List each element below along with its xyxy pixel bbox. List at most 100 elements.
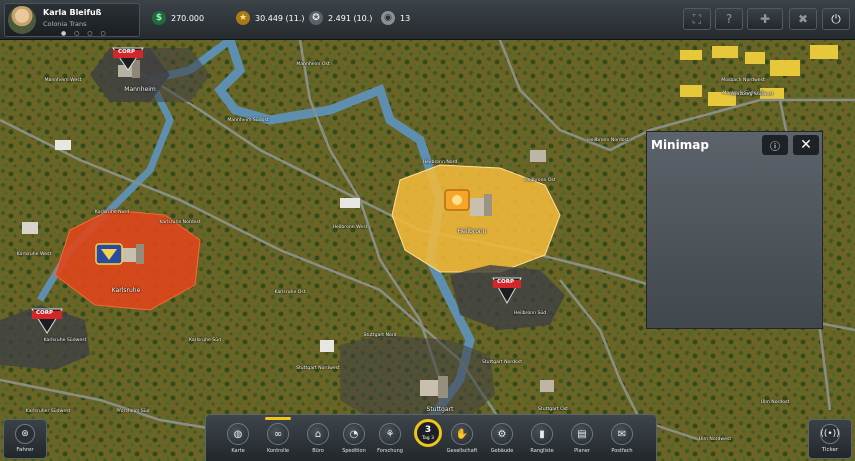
minimap-panel[interactable]: Minimap ⓘ ✕ — [646, 131, 823, 329]
profile-page-dots[interactable]: ● ○ ○ ○ — [61, 30, 109, 37]
nav-speedometer-button[interactable]: ◔ Spedition — [336, 423, 372, 459]
city-label[interactable]: Karlsruhe Nord — [95, 210, 129, 215]
player-logo-karlsruhe — [95, 243, 123, 265]
steering-wheel-icon: ⊛ — [15, 424, 35, 444]
broadcast-icon: ((•)) — [820, 424, 840, 444]
ticker-button[interactable]: ((•)) Ticker — [808, 419, 852, 459]
nav-handshake-button[interactable]: ✋ Gesellschaft — [444, 423, 480, 459]
star-icon: ★ — [236, 11, 250, 25]
city-label[interactable]: Mannheim Ost — [296, 62, 329, 67]
nav-label: Karte — [231, 448, 245, 454]
nav-label: Spedition — [342, 448, 366, 454]
city-label[interactable]: Stuttgart Nord — [363, 333, 396, 338]
research-icon: ⚘ — [379, 423, 401, 445]
city-label[interactable]: Pforzheim Süd — [116, 409, 149, 414]
minimap-close-button[interactable]: ✕ — [793, 135, 819, 155]
city-label[interactable]: Mannheim West — [45, 78, 82, 83]
avatar[interactable] — [8, 6, 36, 34]
city-label[interactable]: Karlsruhe Nordost — [159, 220, 200, 225]
nav-label: Kontrolle — [266, 448, 290, 454]
city-label[interactable]: Heilbronn Nord — [423, 160, 458, 165]
drivers-label: Fahrer — [16, 447, 34, 453]
nav-mail-button[interactable]: ✉ Postfach — [604, 423, 640, 459]
fullscreen-button[interactable]: ⛶ — [683, 8, 711, 30]
city-label[interactable]: Stuttgart — [427, 406, 454, 413]
reputation-stat: ◉ 13 — [381, 9, 410, 27]
office-icon: ⌂ — [307, 423, 329, 445]
city-label[interactable]: Karlsruhe Süd — [189, 338, 221, 343]
nav-building-button[interactable]: ⚙ Gebäude — [484, 423, 520, 459]
city-label[interactable]: Heilbronn West — [333, 225, 368, 230]
reputation-icon: ◉ — [381, 11, 395, 25]
info-icon: ⓘ — [770, 141, 780, 153]
nav-label: Postfach — [611, 448, 633, 454]
nav-globe-button[interactable]: ◍ Karte — [220, 423, 256, 459]
control-icon: ∞ — [267, 423, 289, 445]
city-label[interactable]: Würzburg Südwest — [730, 92, 773, 97]
rank-value: 2.491 (10.) — [328, 13, 373, 23]
city-label[interactable]: Mosbach Nordwest — [721, 78, 765, 83]
prestige-value: 30.449 (11.) — [255, 13, 305, 23]
money-value: 270.000 — [171, 13, 205, 23]
company-name: Colonia Trans — [43, 20, 87, 28]
day-number: 3 — [424, 425, 432, 435]
city-label[interactable]: Karlsruhe Südwest — [44, 338, 87, 343]
nav-research-button[interactable]: ⚘ Forschung — [372, 423, 408, 459]
region-stuttgart — [340, 335, 495, 425]
tools-button[interactable]: ✖ — [789, 8, 817, 30]
city-label[interactable]: Heilbronn Ost — [524, 178, 555, 183]
help-button[interactable]: ? — [715, 8, 743, 30]
help-icon: ? — [725, 12, 733, 26]
power-icon: ⏻ — [831, 11, 841, 26]
money-icon: $ — [152, 11, 166, 25]
city-label[interactable]: Karlsruhe Ost — [274, 290, 305, 295]
nav-label: Gebäude — [490, 448, 514, 454]
city-label[interactable]: Karlsruhe — [112, 287, 141, 294]
city-label[interactable]: Mannheim Südost — [227, 118, 268, 123]
city-label[interactable]: Ulm Nordwest — [699, 437, 731, 442]
fullscreen-icon: ⛶ — [692, 11, 702, 26]
city-label[interactable]: Ulm Nordost — [761, 400, 790, 405]
mail-icon: ✉ — [611, 423, 633, 445]
city-label[interactable]: Stuttgart Ost — [538, 407, 568, 412]
nav-label: Forschung — [377, 448, 403, 454]
corp-label-heilbronn-sued[interactable]: CORP — [497, 279, 514, 285]
planner-icon: ▤ — [571, 423, 593, 445]
day-label: Tag 3 — [422, 436, 434, 441]
nav-label: Gesellschaft — [446, 448, 478, 454]
power-button[interactable]: ⏻ — [822, 8, 850, 30]
ticker-label: Ticker — [821, 447, 839, 453]
city-label[interactable]: Stuttgart Nordwest — [296, 366, 340, 371]
city-label[interactable]: Stuttgart Nordost — [482, 360, 522, 365]
player-logo-heilbronn — [444, 189, 470, 211]
corp-label-suedwest[interactable]: CORP — [36, 310, 53, 316]
nav-label: Büro — [312, 448, 324, 454]
tools-icon: ✖ — [797, 12, 809, 26]
city-label[interactable]: Heilbronn Süd — [514, 311, 546, 316]
player-profile[interactable]: Karla Bleifuß Colonia Trans ● ○ ○ ○ — [4, 3, 140, 37]
nav-planner-button[interactable]: ▤ Planer — [564, 423, 600, 459]
nav-control-button[interactable]: ∞ Kontrolle — [260, 417, 296, 459]
corp-label-mannheim[interactable]: CORP — [118, 49, 135, 55]
building-icon: ⚙ — [491, 423, 513, 445]
speedometer-icon: ◔ — [343, 423, 365, 445]
nav-ranking-button[interactable]: ▮ Rangliste — [524, 423, 560, 459]
handshake-icon: ✋ — [451, 423, 473, 445]
city-label[interactable]: Heilbronn — [458, 228, 487, 235]
minimap-info-button[interactable]: ⓘ — [762, 135, 788, 155]
close-icon: ✕ — [800, 137, 812, 153]
nav-label: Rangliste — [530, 448, 554, 454]
top-bar: Karla Bleifuß Colonia Trans ● ○ ○ ○ $ 27… — [0, 0, 855, 40]
truck-add-button[interactable]: ✚ — [747, 8, 783, 30]
ranking-icon: ▮ — [531, 423, 553, 445]
prestige-stat: ★ 30.449 (11.) — [236, 9, 305, 27]
minimap-title: Minimap — [651, 138, 709, 152]
city-label[interactable]: Mannheim — [124, 86, 155, 93]
city-label[interactable]: Karlsruhe West — [17, 252, 52, 257]
day-indicator: 3 Tag 3 — [413, 419, 443, 457]
city-label[interactable]: Heilbronn Nordost — [587, 138, 629, 143]
city-label[interactable]: Karlsruher Südwest — [26, 409, 71, 414]
drivers-button[interactable]: ⊛ Fahrer — [3, 419, 47, 459]
player-name: Karla Bleifuß — [43, 8, 102, 17]
nav-office-button[interactable]: ⌂ Büro — [300, 423, 336, 459]
